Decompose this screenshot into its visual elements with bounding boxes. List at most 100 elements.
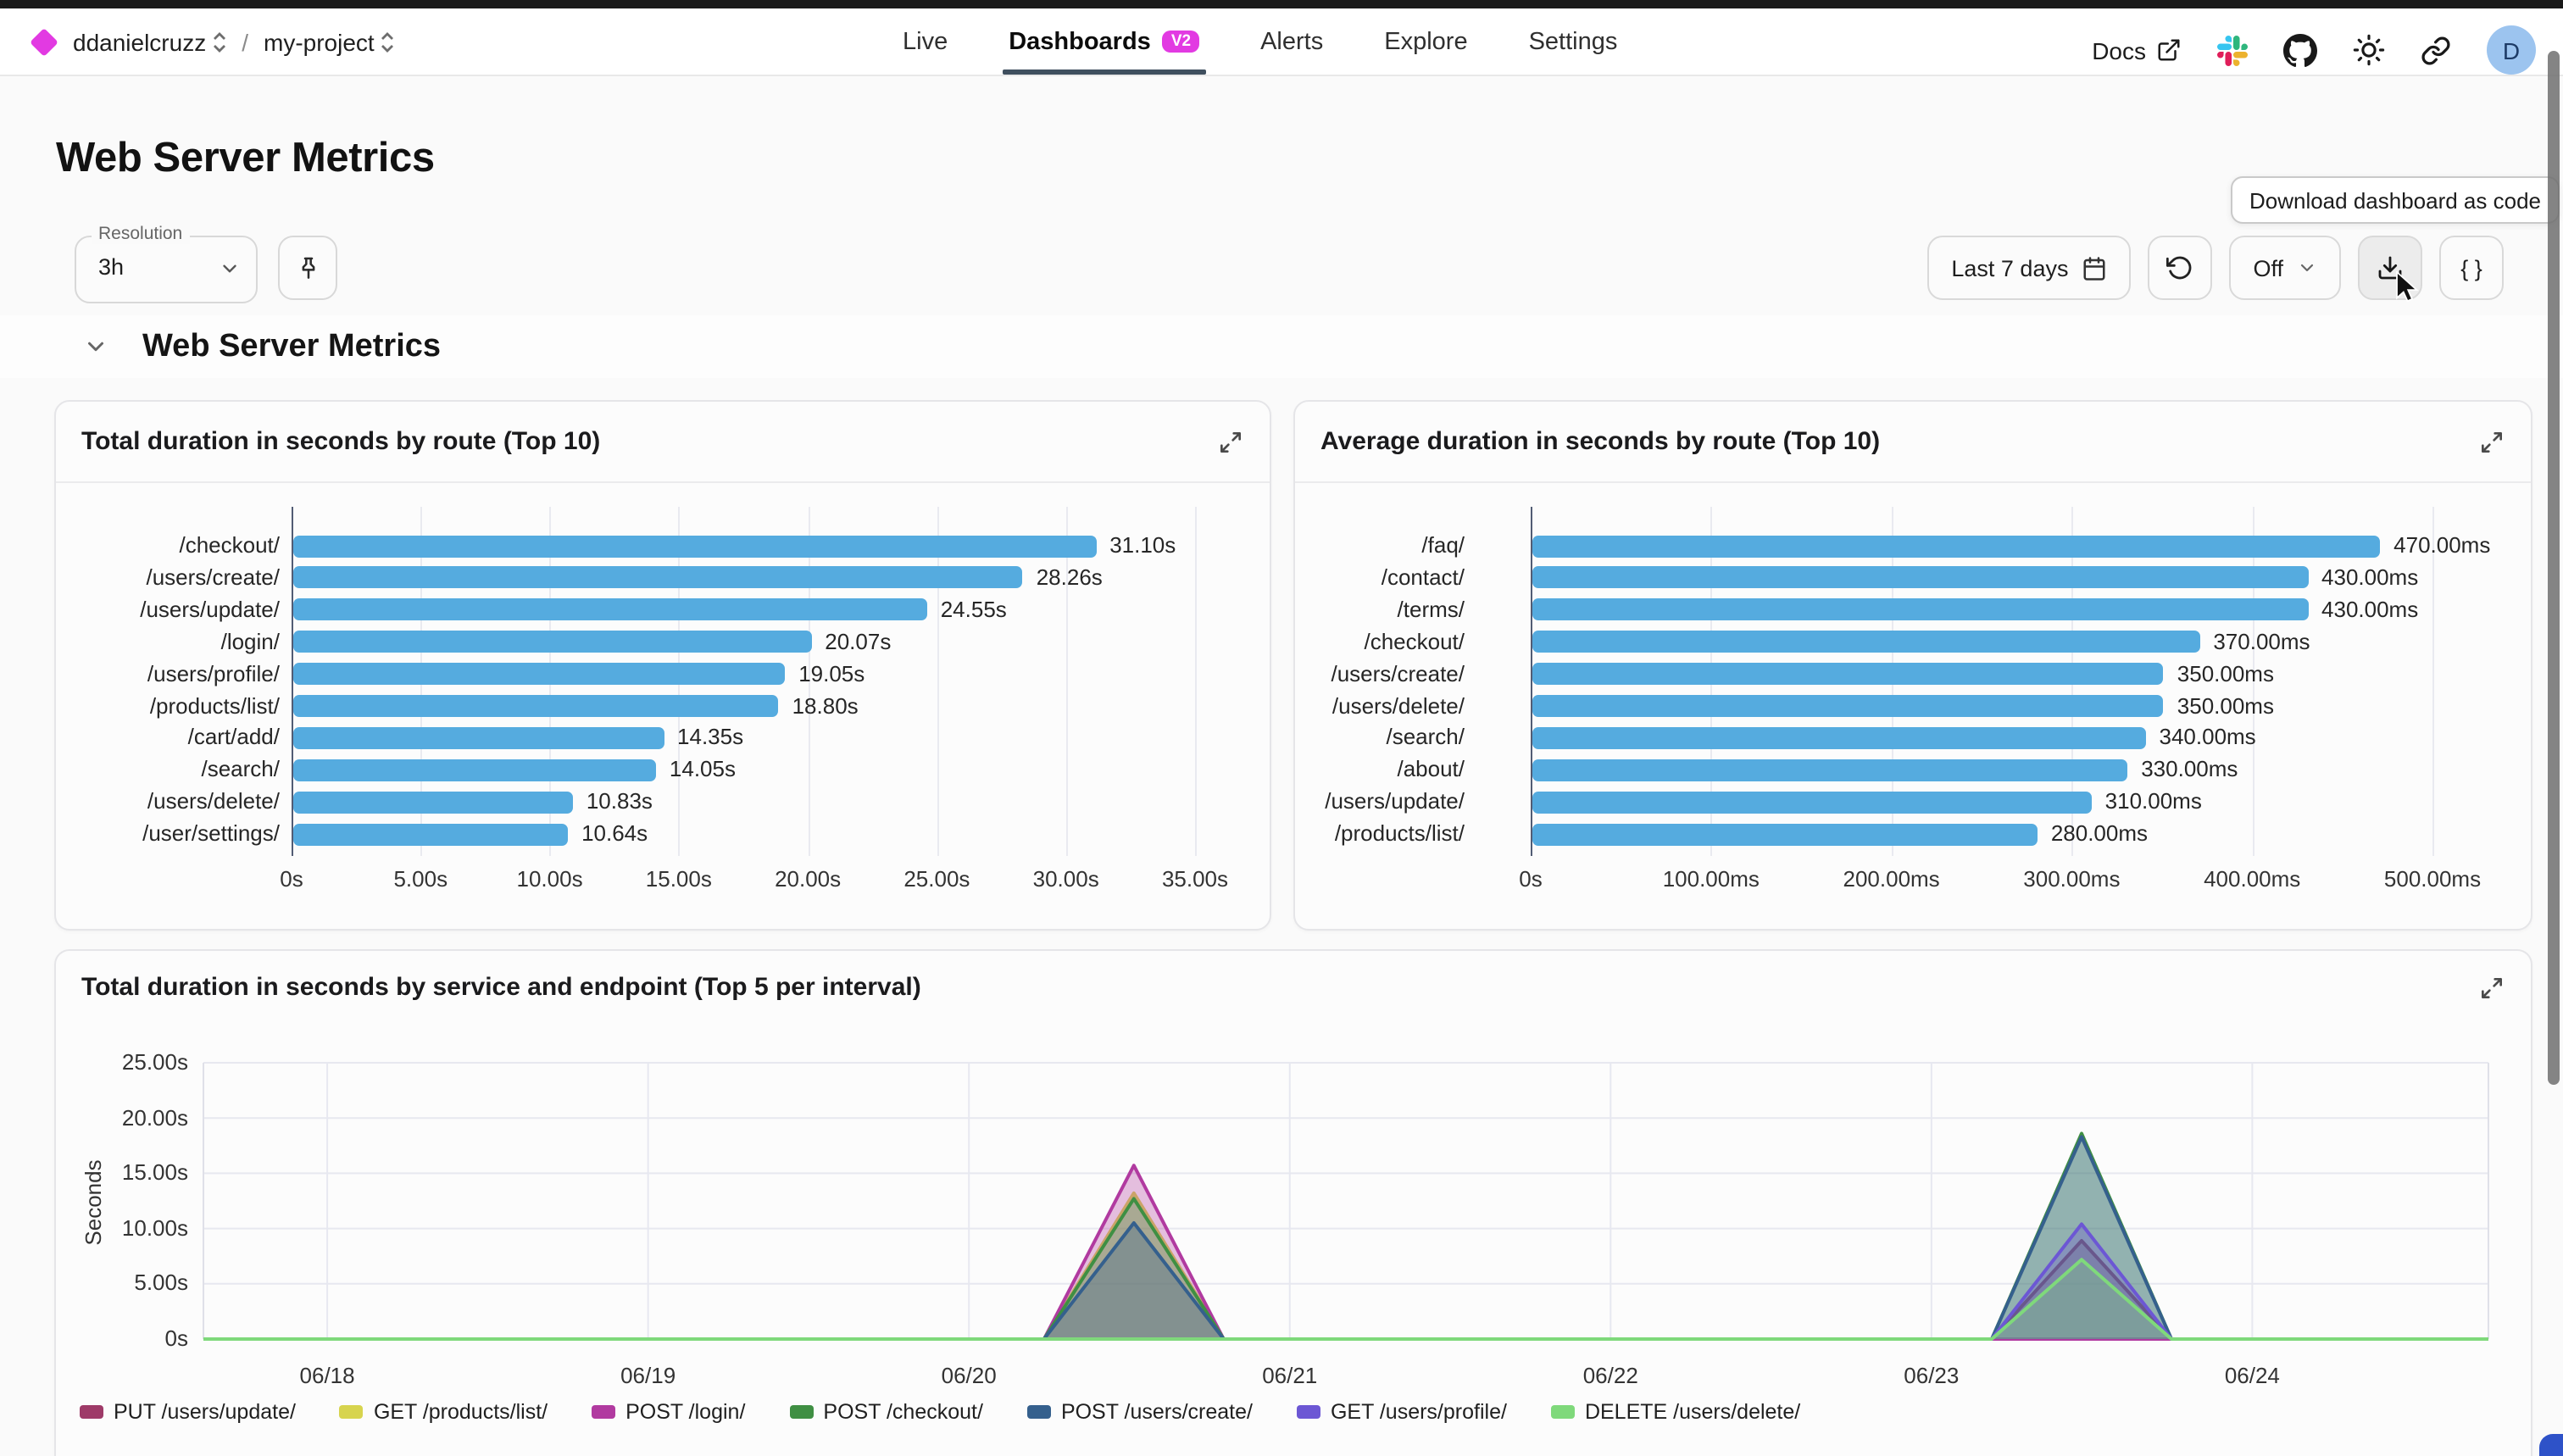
legend-item[interactable]: GET /users/profile/ [1297,1400,1507,1424]
tab-explore[interactable]: Explore [1384,8,1467,75]
panel-header: Total duration in seconds by service and… [56,951,2531,1024]
screenshot-stage: ddanielcruzz / my-project Live Dashboard… [0,0,2563,1456]
bar[interactable] [1532,599,2308,621]
bar[interactable] [293,567,1023,589]
y-tick-label: 5.00s [69,1270,188,1296]
bar[interactable] [1532,567,2308,589]
x-tick-label: 06/21 [1231,1363,1349,1388]
bar[interactable] [293,695,779,717]
tab-live[interactable]: Live [903,8,948,75]
y-tick-label: 25.00s [69,1049,188,1075]
x-tick-label: 06/18 [268,1363,386,1388]
tab-dashboards[interactable]: Dashboards V2 [1009,8,1199,75]
legend-label: POST /login/ [625,1400,745,1424]
category-label: /checkout/ [56,532,280,558]
legend-swatch [592,1405,615,1419]
pin-resolution-button[interactable] [278,236,337,300]
expand-panel-button[interactable] [2478,974,2505,1001]
x-tick-label: 06/19 [589,1363,708,1388]
download-icon [2377,254,2404,281]
nav-right-group: Docs D [2092,17,2536,83]
y-tick-label: 10.00s [69,1215,188,1241]
calendar-icon [2082,255,2107,281]
org-selector[interactable]: ddanielcruzz [73,28,226,55]
download-tooltip: Download dashboard as code [2231,176,2560,224]
top-nav: ddanielcruzz / my-project Live Dashboard… [0,8,2563,76]
bar[interactable] [293,823,568,845]
expand-panel-button[interactable] [1217,428,1244,455]
tab-alerts[interactable]: Alerts [1260,8,1323,75]
v2-badge: V2 [1163,31,1199,53]
legend-item[interactable]: GET /products/list/ [340,1400,548,1424]
bar-value-label: 350.00ms [2177,660,2274,686]
bar[interactable] [1532,631,2199,653]
bar-value-label: 280.00ms [2051,820,2148,846]
legend-label: PUT /users/update/ [114,1400,296,1424]
bar-value-label: 340.00ms [2160,725,2256,750]
bar[interactable] [293,535,1096,557]
bar[interactable] [293,759,656,781]
section-header: Web Server Metrics [0,315,2563,378]
bar[interactable] [1532,791,2092,813]
bar-chart-total-duration[interactable]: 0s5.00s10.00s15.00s20.00s25.00s30.00s35.… [56,483,1270,931]
chat-widget-corner[interactable] [2539,1434,2563,1456]
y-tick-label: 0s [69,1325,188,1351]
link-icon[interactable] [2421,35,2451,65]
bar-value-label: 18.80s [792,692,859,718]
slack-icon[interactable] [2217,35,2248,65]
bar[interactable] [293,631,811,653]
x-tick-label: 35.00s [1119,866,1271,892]
category-label: /products/list/ [1295,820,1465,846]
legend-label: DELETE /users/delete/ [1585,1400,1800,1424]
bar[interactable] [293,727,664,749]
bar[interactable] [293,791,573,813]
expand-panel-button[interactable] [2478,428,2505,455]
bar-value-label: 28.26s [1037,564,1103,590]
panel-title: Total duration in seconds by service and… [81,973,921,1002]
bar[interactable] [1532,535,2380,557]
legend-label: POST /checkout/ [823,1400,983,1424]
pin-icon [294,253,321,282]
category-label: /contact/ [1295,564,1465,590]
bar[interactable] [1532,727,2146,749]
bar[interactable] [1532,823,2038,845]
refresh-button[interactable] [2148,236,2212,300]
docs-link[interactable]: Docs [2092,36,2182,64]
legend-item[interactable]: POST /users/create/ [1027,1400,1253,1424]
category-label: /cart/add/ [56,725,280,750]
sun-icon[interactable] [2353,34,2385,66]
legend-item[interactable]: POST /login/ [592,1400,745,1424]
legend-item[interactable]: DELETE /users/delete/ [1551,1400,1800,1424]
vertical-scrollbar[interactable] [2548,51,2560,1085]
download-dashboard-button[interactable] [2358,236,2422,300]
category-label: /users/update/ [1295,788,1465,814]
bar-chart-average-duration[interactable]: 0s100.00ms200.00ms300.00ms400.00ms500.00… [1295,483,2531,931]
x-tick-label: 300.00ms [1995,866,2148,892]
project-selector[interactable]: my-project [264,28,395,55]
bar[interactable] [1532,759,2127,781]
dashboard-code-button[interactable]: { } [2439,236,2504,300]
bar[interactable] [1532,695,2164,717]
resolution-select[interactable]: Resolution 3h [75,236,258,303]
legend-item[interactable]: POST /checkout/ [789,1400,983,1424]
bar-value-label: 430.00ms [2321,597,2418,622]
time-range-button[interactable]: Last 7 days [1927,236,2131,300]
legend-swatch [1297,1405,1320,1419]
area-chart-duration-by-endpoint[interactable]: Seconds PUT /users/update/GET /products/… [56,1024,2531,1456]
panel-title: Total duration in seconds by route (Top … [81,427,600,456]
user-avatar[interactable]: D [2487,25,2536,75]
main-tabs: Live Dashboards V2 Alerts Explore Settin… [903,8,1617,75]
x-tick-label: 200.00ms [1815,866,1968,892]
logo-diamond-icon[interactable] [30,27,58,56]
legend-item[interactable]: PUT /users/update/ [80,1400,296,1424]
live-refresh-select[interactable]: Off [2229,236,2341,300]
tab-settings[interactable]: Settings [1529,8,1618,75]
github-icon[interactable] [2283,33,2317,67]
bar[interactable] [1532,663,2164,685]
page-title: Web Server Metrics [56,136,435,184]
category-label: /user/settings/ [56,820,280,846]
panel-header: Average duration in seconds by route (To… [1295,402,2531,483]
bar[interactable] [293,599,927,621]
collapse-chevron-icon[interactable] [83,334,108,359]
bar[interactable] [293,663,785,685]
